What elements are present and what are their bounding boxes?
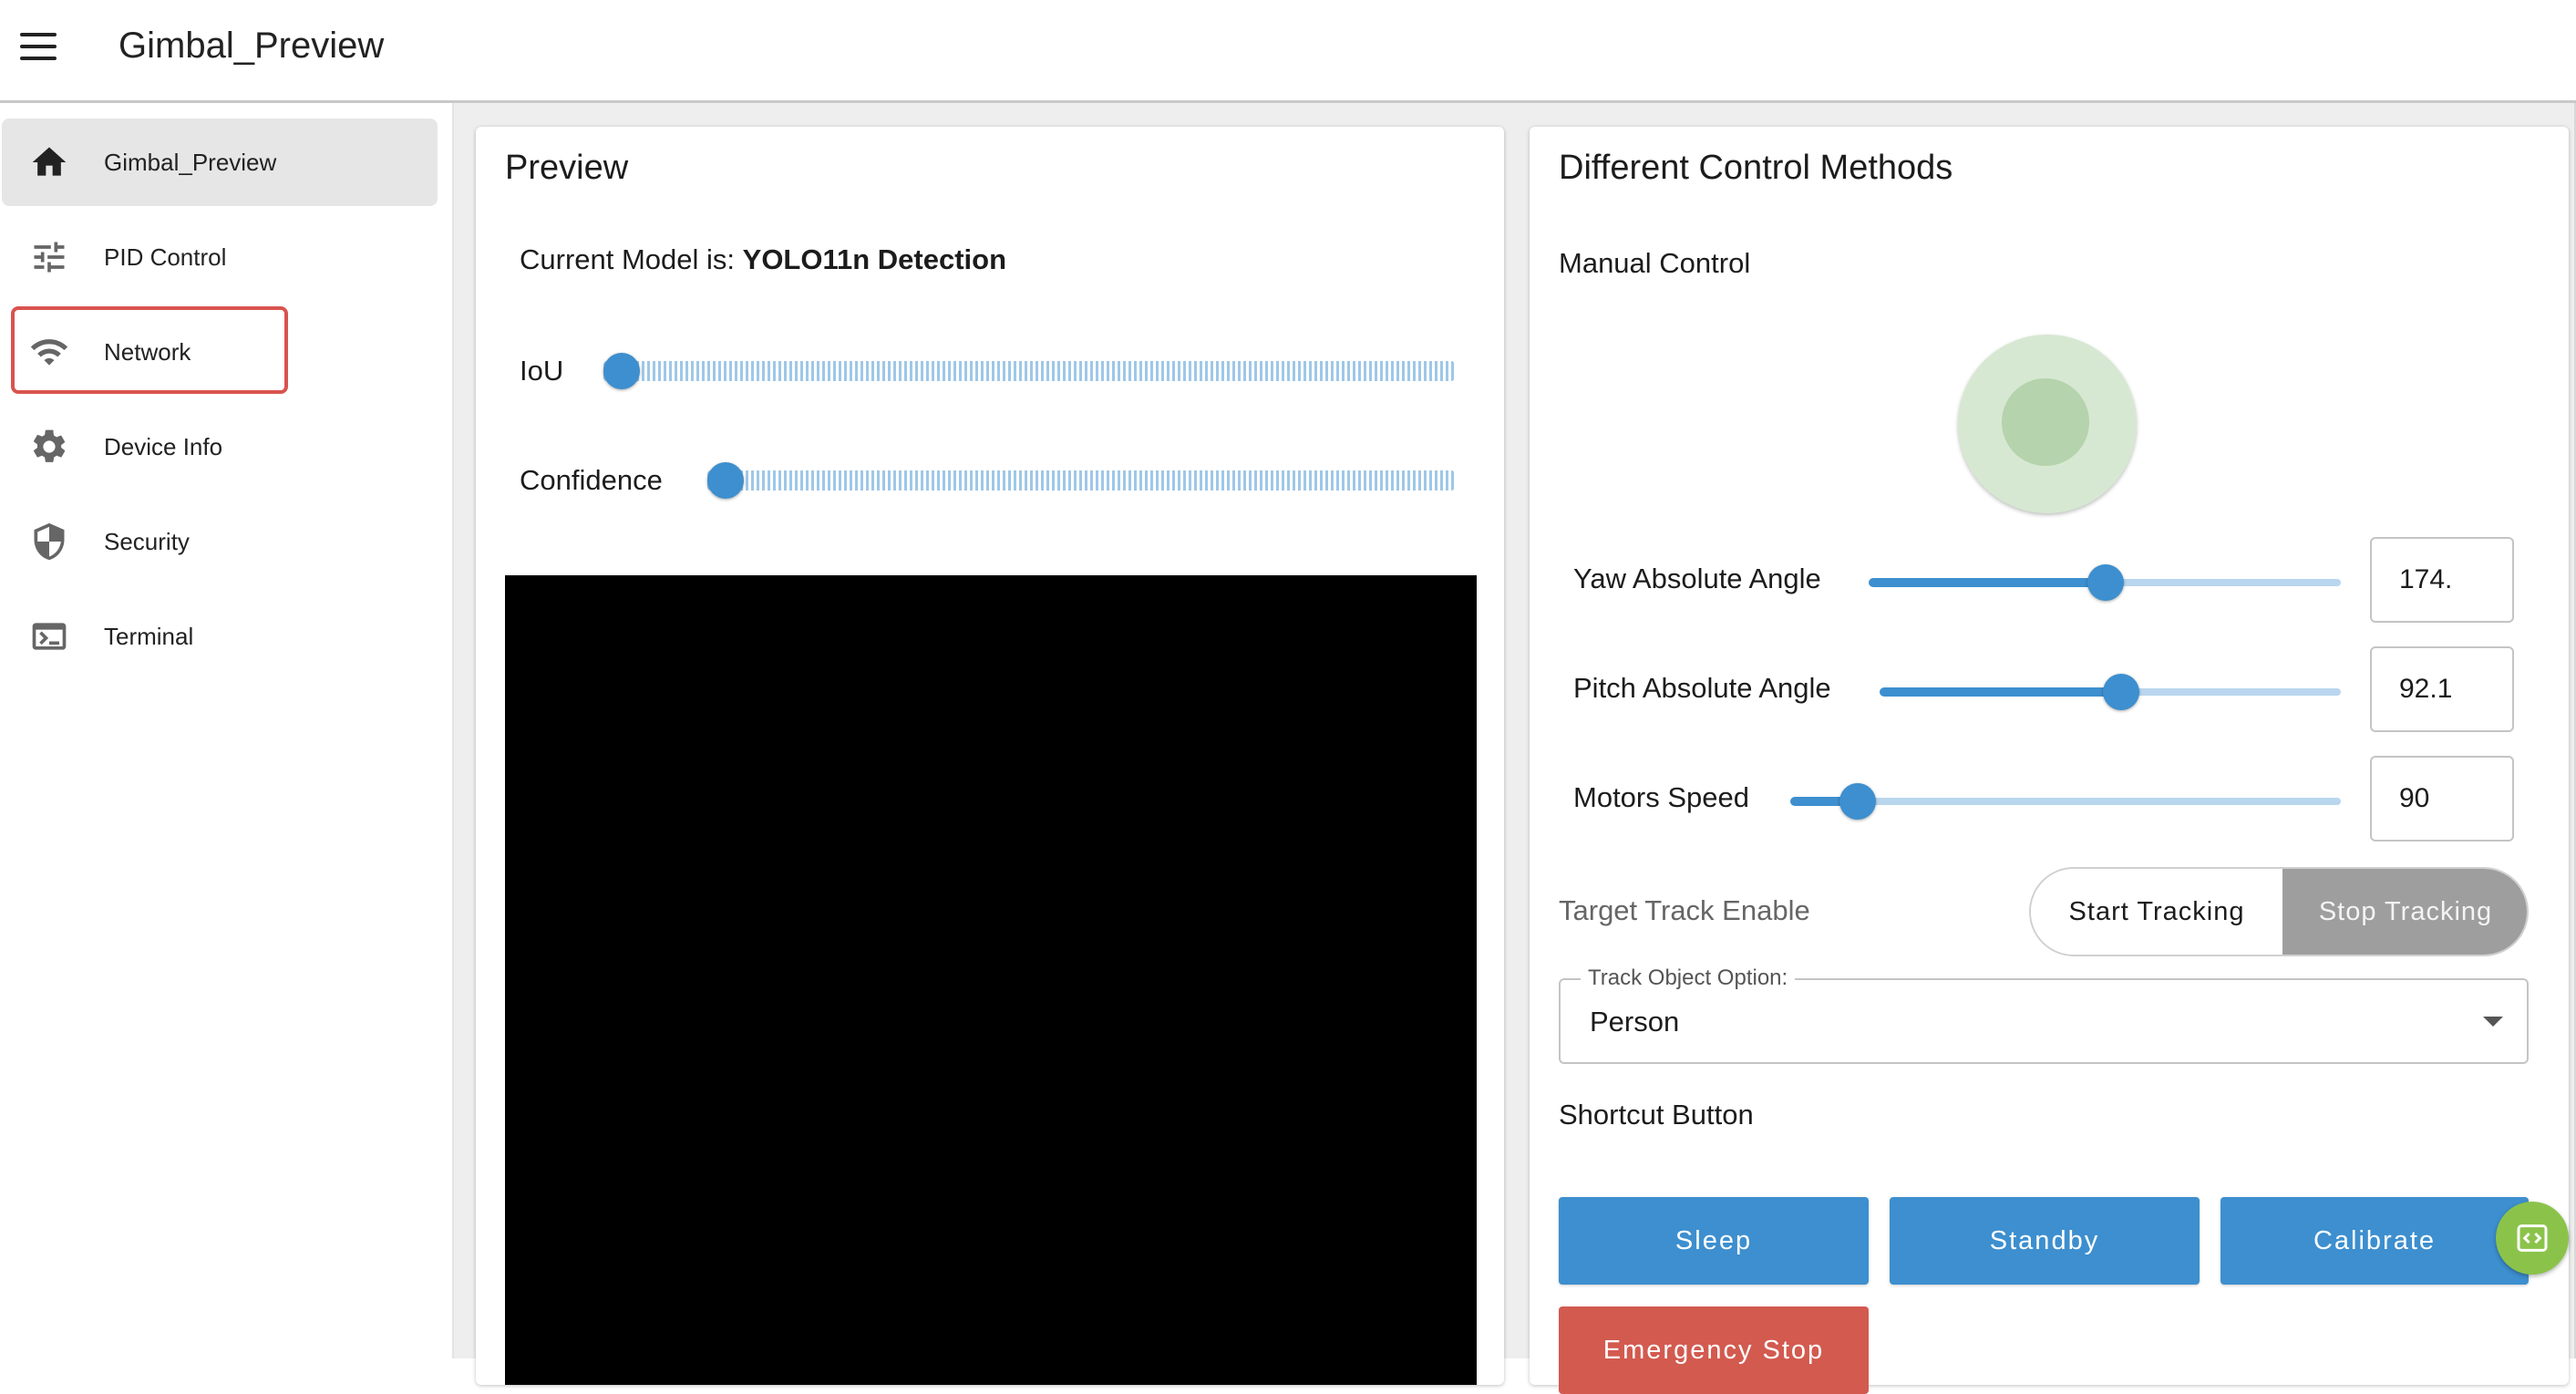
yaw-slider-thumb[interactable] [2087, 564, 2124, 601]
sidebar-item-pid-control[interactable]: PID Control [2, 213, 438, 301]
joystick-knob[interactable] [2002, 378, 2089, 466]
yaw-label: Yaw Absolute Angle [1573, 563, 1821, 594]
speed-input[interactable]: 90 [2370, 756, 2514, 842]
model-prefix: Current Model is: [520, 243, 743, 275]
menu-icon[interactable] [20, 33, 57, 60]
joystick[interactable] [1958, 335, 2137, 513]
confidence-slider-thumb[interactable] [707, 462, 744, 499]
home-icon [32, 147, 67, 176]
confidence-slider-track[interactable] [707, 470, 1455, 490]
tune-icon [34, 242, 65, 273]
manual-control-label: Manual Control [1559, 247, 1751, 279]
preview-title: Preview [505, 149, 629, 187]
top-app-bar: Gimbal_Preview [0, 0, 2576, 103]
pitch-slider-fill [1880, 687, 2121, 697]
code-icon[interactable] [2496, 1202, 2569, 1275]
chevron-down-icon [2483, 1017, 2503, 1027]
pitch-label: Pitch Absolute Angle [1573, 672, 1831, 704]
start-tracking-button[interactable]: Start Tracking [2031, 869, 2282, 955]
sidebar-item-terminal[interactable]: Terminal [2, 593, 438, 680]
confidence-label: Confidence [520, 464, 663, 496]
model-name: YOLO11n Detection [742, 243, 1007, 275]
calibrate-button[interactable]: Calibrate [2221, 1197, 2529, 1285]
sidebar-item-security[interactable]: Security [2, 498, 438, 585]
stop-tracking-button[interactable]: Stop Tracking [2282, 869, 2527, 955]
sidebar-item-label: Network [104, 338, 191, 366]
app-title: Gimbal_Preview [118, 26, 385, 66]
shield-icon [34, 522, 65, 561]
sidebar-item-device-info[interactable]: Device Info [2, 403, 438, 490]
sleep-button[interactable]: Sleep [1559, 1197, 1869, 1285]
sidebar-item-label: PID Control [104, 243, 227, 271]
sidebar-item-label: Gimbal_Preview [104, 149, 277, 176]
main-content: Preview Current Model is: YOLO11n Detect… [454, 103, 2576, 1394]
shortcut-button-label: Shortcut Button [1559, 1099, 1754, 1131]
track-object-select[interactable]: Track Object Option: Person [1559, 965, 2529, 1064]
pitch-slider-thumb[interactable] [2103, 674, 2139, 710]
sidebar: Gimbal_Preview PID Control Network Devic… [0, 103, 454, 1358]
gear-icon [34, 429, 66, 462]
iou-label: IoU [520, 355, 564, 387]
pitch-input[interactable]: 92.1 [2370, 646, 2514, 732]
iou-slider-thumb[interactable] [603, 353, 640, 389]
sidebar-item-gimbal-preview[interactable]: Gimbal_Preview [2, 119, 438, 206]
sidebar-item-label: Security [104, 528, 190, 555]
preview-card: Preview Current Model is: YOLO11n Detect… [476, 127, 1504, 1385]
video-preview [505, 575, 1477, 1385]
speed-slider-thumb[interactable] [1839, 783, 1876, 820]
wifi-icon [30, 339, 68, 366]
target-track-enable-label: Target Track Enable [1559, 894, 1810, 926]
track-object-value: Person [1590, 1006, 1680, 1038]
sidebar-item-network[interactable]: Network [2, 308, 438, 396]
current-model-line: Current Model is: YOLO11n Detection [520, 243, 1006, 276]
yaw-input[interactable]: 174. [2370, 537, 2514, 623]
emergency-stop-button[interactable]: Emergency Stop [1559, 1306, 1869, 1394]
speed-label: Motors Speed [1573, 781, 1749, 813]
terminal-icon [32, 623, 67, 650]
standby-button[interactable]: Standby [1890, 1197, 2200, 1285]
sidebar-item-label: Terminal [104, 623, 194, 650]
iou-slider-track[interactable] [603, 361, 1455, 381]
tracking-toggle-group: Start Tracking Stop Tracking [2029, 867, 2529, 956]
yaw-slider-fill [1869, 578, 2106, 587]
control-card: Different Control Methods Manual Control… [1530, 127, 2569, 1394]
control-title: Different Control Methods [1559, 149, 1953, 187]
sidebar-item-label: Device Info [104, 433, 223, 460]
